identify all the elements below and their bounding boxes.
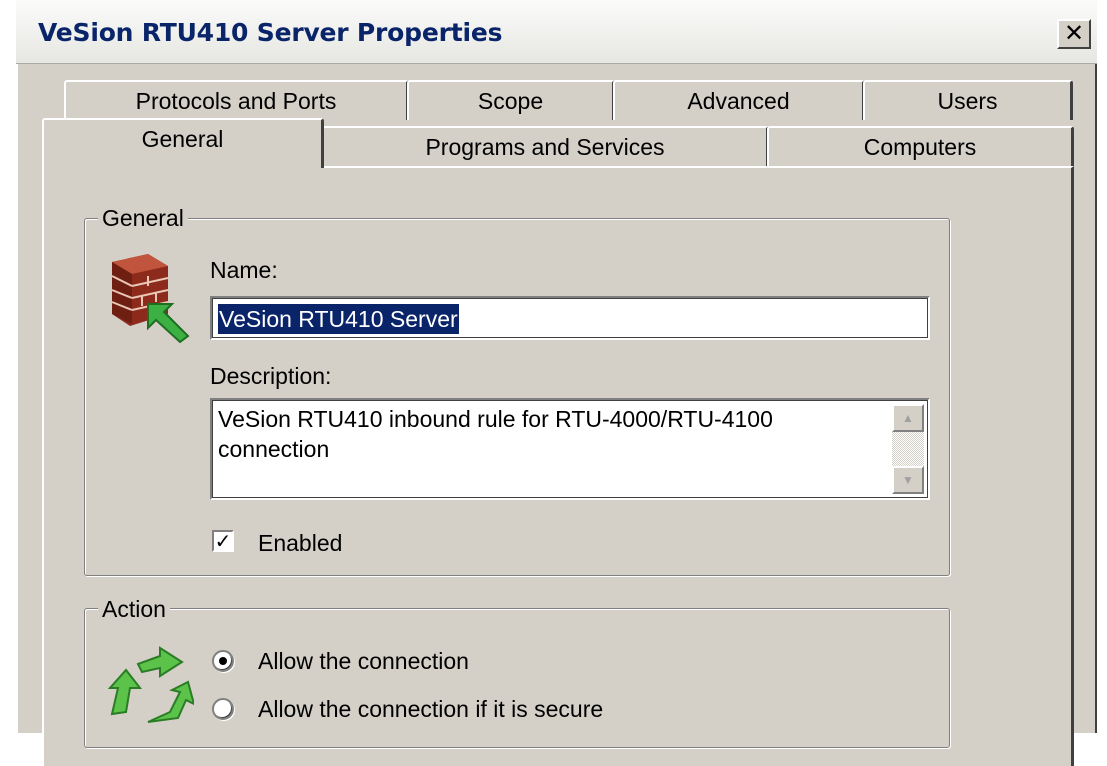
name-input[interactable]: VeSion RTU410 Server [210, 296, 930, 340]
tab-label: Programs and Services [425, 134, 665, 160]
name-value: VeSion RTU410 Server [218, 304, 459, 334]
general-group-label: General [98, 205, 188, 232]
action-group-label: Action [98, 596, 170, 623]
tab-programs-and-services[interactable]: Programs and Services [322, 126, 769, 166]
tab-protocols-and-ports[interactable]: Protocols and Ports [64, 80, 409, 120]
tab-scope[interactable]: Scope [407, 80, 615, 120]
scroll-down-button[interactable]: ▼ [892, 466, 924, 494]
tab-label: Advanced [687, 88, 790, 114]
tab-label: Scope [477, 88, 544, 114]
description-value: VeSion RTU410 inbound rule for RTU-4000/… [218, 406, 773, 462]
enabled-label: Enabled [258, 530, 343, 556]
tab-label: General [141, 126, 224, 152]
title-bar[interactable]: VeSion RTU410 Server Properties ✕ [16, 0, 1097, 64]
tab-label: Computers [863, 134, 977, 160]
chevron-down-icon: ▼ [902, 473, 914, 487]
allow-connection-radio[interactable] [212, 650, 234, 672]
tab-label: Protocols and Ports [135, 88, 337, 114]
tab-general[interactable]: General [42, 118, 324, 168]
tab-label: Users [937, 88, 998, 114]
description-label: Description: [210, 363, 332, 389]
firewall-brick-icon [111, 254, 190, 344]
description-scrollbar[interactable]: ▲ ▼ [892, 404, 924, 494]
name-label: Name: [210, 257, 278, 283]
scroll-up-button[interactable]: ▲ [892, 404, 924, 432]
enabled-checkbox[interactable]: ✓ [212, 530, 234, 552]
allow-if-secure-radio[interactable] [212, 698, 234, 720]
close-button[interactable]: ✕ [1057, 19, 1091, 49]
tab-computers[interactable]: Computers [767, 126, 1074, 166]
tab-advanced[interactable]: Advanced [613, 80, 865, 120]
description-textarea[interactable]: VeSion RTU410 inbound rule for RTU-4000/… [210, 398, 930, 500]
close-icon: ✕ [1063, 19, 1085, 47]
window-title: VeSion RTU410 Server Properties [38, 18, 503, 47]
allow-if-secure-label: Allow the connection if it is secure [258, 696, 604, 722]
allow-connection-label: Allow the connection [258, 648, 469, 674]
chevron-up-icon: ▲ [902, 411, 914, 425]
checkmark-icon: ✓ [214, 529, 232, 553]
tab-users[interactable]: Users [863, 80, 1073, 120]
green-arrows-cycle-icon [108, 646, 194, 723]
action-groupbox [84, 608, 950, 748]
